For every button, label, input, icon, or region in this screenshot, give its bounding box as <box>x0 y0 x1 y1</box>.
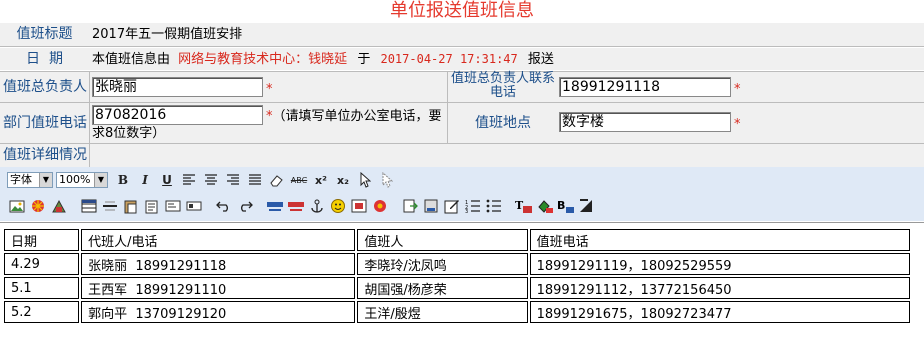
font-select[interactable]: 字体 ▼ <box>7 172 53 188</box>
table-header-row: 日期 代班人/电话 值班人 值班电话 <box>4 229 910 251</box>
paste-text-icon[interactable] <box>143 197 161 215</box>
editor-content[interactable]: 日期 代班人/电话 值班人 值班电话 4.29 张晓丽 18991291118 … <box>0 222 924 352</box>
chief-phone-input[interactable]: 18991291118 <box>559 77 731 97</box>
cell-substitute: 张晓丽 18991291118 <box>81 253 356 275</box>
cell-duty-phone: 18991291119，18092529559 <box>529 253 910 275</box>
required-mark: * <box>734 82 741 97</box>
export-icon[interactable] <box>422 197 440 215</box>
chief-phone-label: 值班总负责人联系电话 <box>450 71 555 100</box>
details-label: 值班详细情况 <box>3 147 87 163</box>
hidden-field-icon[interactable] <box>185 197 203 215</box>
toolbar-row-2: 123 T B <box>8 197 596 215</box>
chief-input[interactable]: 张晓丽 <box>92 77 263 97</box>
date-suffix: 报送 <box>527 52 554 67</box>
cell-duty-person: 胡国强/杨彦荣 <box>357 277 528 299</box>
cell-date: 5.2 <box>4 301 80 323</box>
italic-icon[interactable]: I <box>136 171 154 189</box>
page-title: 单位报送值班信息 <box>390 0 534 21</box>
emoticon-icon[interactable] <box>329 197 347 215</box>
cell-date: 4.29 <box>4 253 80 275</box>
date-info: 本值班信息由 网络与教育技术中心：钱晓延 于 2017-04-27 17:31:… <box>92 48 554 70</box>
hr-icon[interactable] <box>101 197 119 215</box>
date-label: 日 期 <box>26 51 63 67</box>
cell-duty-person: 李晓玲/沈凤鸣 <box>357 253 528 275</box>
dept-phone-label: 部门值班电话 <box>3 115 87 131</box>
font-color-icon[interactable]: T <box>515 197 533 215</box>
cell-substitute: 王西军 18991291110 <box>81 277 356 299</box>
paste-icon[interactable] <box>122 197 140 215</box>
cell-substitute: 郭向平 13709129120 <box>81 301 356 323</box>
chief-label: 值班总负责人 <box>3 79 87 95</box>
pointer-icon[interactable] <box>356 171 374 189</box>
cell-duty-phone: 18991291675，18092723477 <box>529 301 910 323</box>
link-icon[interactable] <box>266 197 284 215</box>
unordered-list-icon[interactable] <box>485 197 503 215</box>
align-left-icon[interactable] <box>180 171 198 189</box>
underline-icon[interactable]: U <box>158 171 176 189</box>
bold-icon[interactable]: B <box>114 171 132 189</box>
superscript-icon[interactable]: x² <box>312 171 330 189</box>
title-value: 2017年五一假期值班安排 <box>92 27 243 42</box>
unlink-icon[interactable] <box>287 197 305 215</box>
clear-icon[interactable] <box>578 197 596 215</box>
cell-date: 5.1 <box>4 277 80 299</box>
header-duty-person: 值班人 <box>357 229 528 251</box>
flash-icon[interactable] <box>29 197 47 215</box>
ordered-list-icon[interactable]: 123 <box>464 197 482 215</box>
zoom-select[interactable]: 100% ▼ <box>56 172 108 188</box>
required-mark: * <box>266 82 273 97</box>
chevron-down-icon: ▼ <box>94 173 107 187</box>
chevron-down-icon: ▼ <box>39 173 52 187</box>
special-char-icon[interactable] <box>350 197 368 215</box>
bold-color-icon[interactable]: B <box>557 197 575 215</box>
image-icon[interactable] <box>8 197 26 215</box>
table-icon[interactable] <box>80 197 98 215</box>
duty-table: 日期 代班人/电话 值班人 值班电话 4.29 张晓丽 18991291118 … <box>2 227 912 325</box>
anchor-icon[interactable] <box>308 197 326 215</box>
align-justify-icon[interactable] <box>246 171 264 189</box>
bg-color-icon[interactable] <box>536 197 554 215</box>
align-center-icon[interactable] <box>202 171 220 189</box>
import-icon[interactable] <box>401 197 419 215</box>
form-icon[interactable] <box>164 197 182 215</box>
select-icon[interactable] <box>378 171 396 189</box>
media-icon[interactable] <box>50 197 68 215</box>
header-substitute: 代班人/电话 <box>81 229 356 251</box>
table-row: 4.29 张晓丽 18991291118 李晓玲/沈凤鸣 18991291119… <box>4 253 910 275</box>
dept-phone-hint-block: *（请填写单位办公室电话，要求8位数字） <box>92 108 444 142</box>
svg-text:T: T <box>515 199 524 212</box>
required-mark: * <box>734 117 741 132</box>
date-mid: 于 <box>357 52 371 67</box>
location-input[interactable]: 数字楼 <box>559 112 731 132</box>
redo-icon[interactable] <box>236 197 254 215</box>
undo-icon[interactable] <box>215 197 233 215</box>
header-duty-phone: 值班电话 <box>529 229 910 251</box>
cell-duty-phone: 18991291112，13772156450 <box>529 277 910 299</box>
subscript-icon[interactable]: x₂ <box>334 171 352 189</box>
toolbar-row-1: B I U ABC x² x₂ <box>114 171 396 189</box>
submitting-unit: 网络与教育技术中心：钱晓延 <box>178 52 348 67</box>
sign-icon[interactable] <box>371 197 389 215</box>
strikethrough-icon[interactable]: ABC <box>290 171 308 189</box>
table-row: 5.2 郭向平 13709129120 王洋/殷煜 18991291675，18… <box>4 301 910 323</box>
title-label: 值班标题 <box>16 26 73 42</box>
svg-text:3: 3 <box>465 209 468 213</box>
table-row: 5.1 王西军 18991291110 胡国强/杨彦荣 18991291112，… <box>4 277 910 299</box>
submit-time: 2017-04-27 17:31:47 <box>380 52 518 66</box>
date-prefix: 本值班信息由 <box>92 52 171 67</box>
edit-icon[interactable] <box>443 197 461 215</box>
header-date: 日期 <box>4 229 80 251</box>
location-label: 值班地点 <box>475 115 531 131</box>
eraser-icon[interactable] <box>268 171 286 189</box>
cell-duty-person: 王洋/殷煜 <box>357 301 528 323</box>
align-right-icon[interactable] <box>224 171 242 189</box>
svg-text:B: B <box>557 199 565 212</box>
details-row <box>0 144 924 167</box>
